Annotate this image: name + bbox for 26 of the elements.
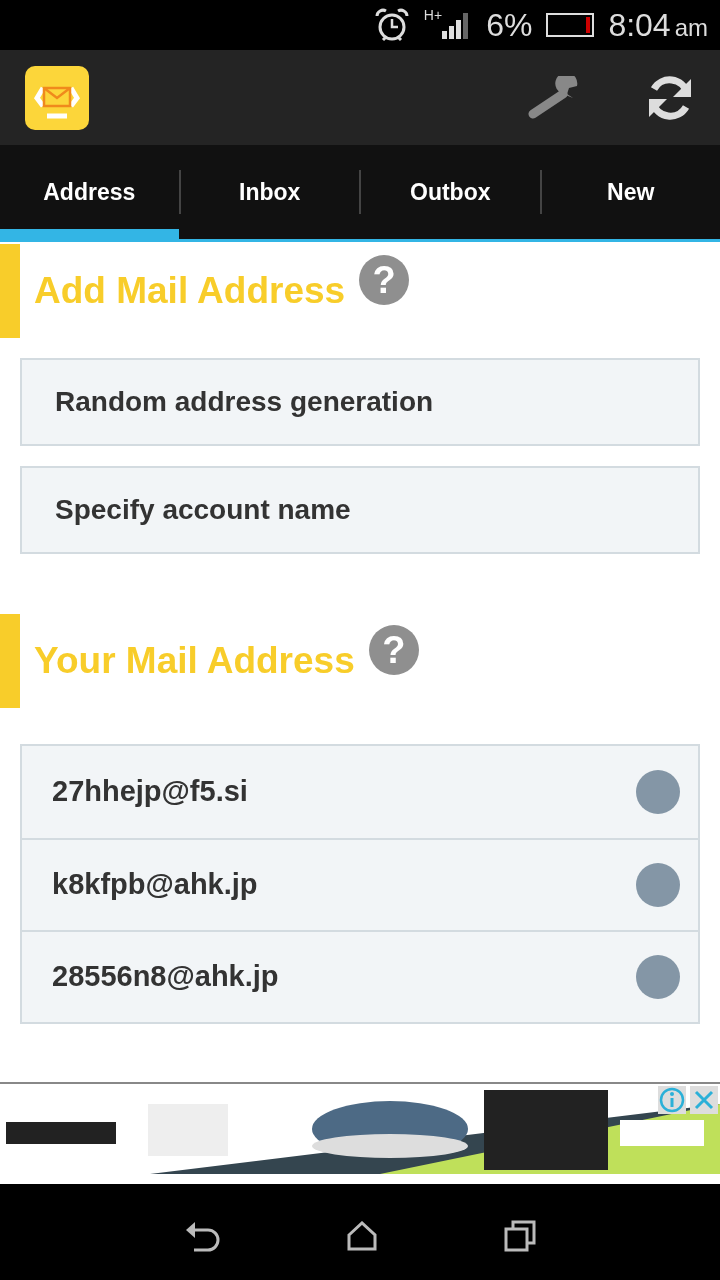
option-button[interactable]: Specify account name xyxy=(20,466,700,554)
address-row[interactable]: k8kfpb@ahk.jp xyxy=(22,838,698,930)
option-button[interactable]: Random address generation xyxy=(20,358,700,446)
tab[interactable]: Outbox xyxy=(361,145,540,239)
clock-ampm: am xyxy=(674,13,708,43)
address-text: 28556n8@ahk.jp xyxy=(52,959,279,995)
recent-apps-icon[interactable] xyxy=(504,1219,537,1252)
section-title: Your Mail Address xyxy=(34,639,355,684)
radio-button[interactable] xyxy=(636,955,680,999)
address-row[interactable]: 28556n8@ahk.jp xyxy=(22,930,698,1022)
alarm-icon xyxy=(373,7,410,43)
address-text: k8kfpb@ahk.jp xyxy=(52,867,258,903)
tab[interactable]: Address xyxy=(0,145,179,239)
address-text: 27hhejp@f5.si xyxy=(52,774,248,810)
radio-button[interactable] xyxy=(636,863,680,907)
app-logo-icon[interactable] xyxy=(25,65,89,130)
home-icon[interactable] xyxy=(347,1220,377,1251)
battery-percent: 6% xyxy=(486,6,533,45)
address-row[interactable]: 27hhejp@f5.si xyxy=(22,746,698,838)
section-title: Add Mail Address xyxy=(34,269,346,314)
tab[interactable]: Inbox xyxy=(180,145,359,239)
battery-icon xyxy=(546,13,595,37)
radio-button[interactable] xyxy=(636,770,680,814)
network-type: H+ xyxy=(423,6,443,25)
clock-time: 8:04 xyxy=(608,6,671,45)
tab[interactable]: New xyxy=(541,145,720,239)
